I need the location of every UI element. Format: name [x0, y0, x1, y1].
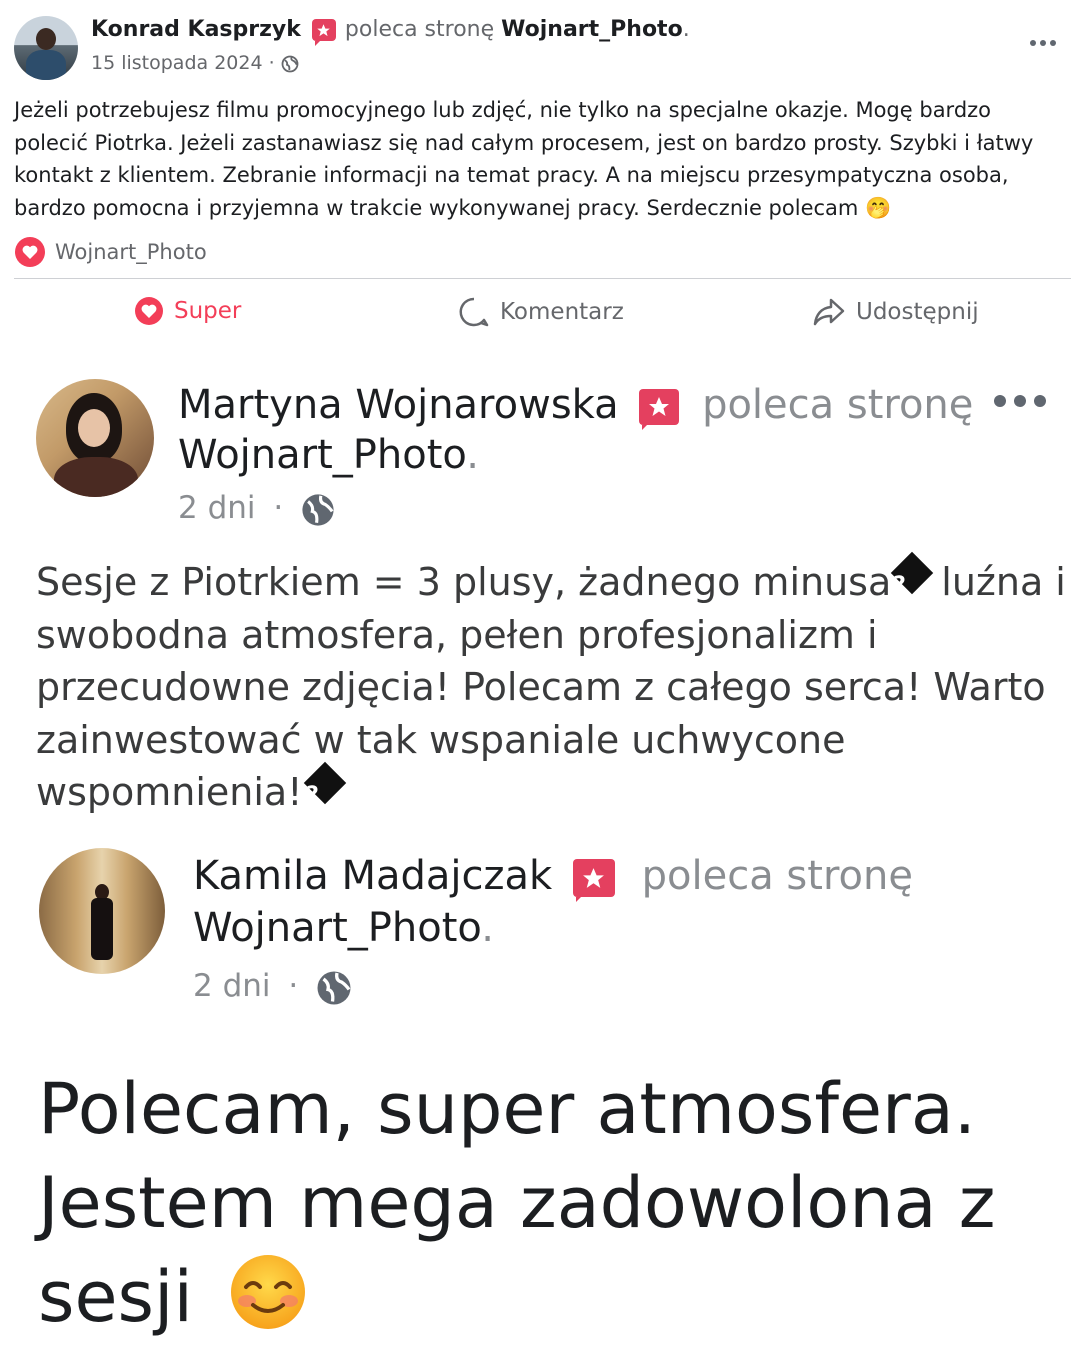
heart-icon [135, 297, 163, 325]
recommends-text: poleca stronę [344, 17, 495, 42]
super-reaction-button[interactable]: Super [134, 296, 241, 326]
divider [14, 278, 1071, 279]
share-icon [813, 298, 845, 326]
recommends-text: poleca stronę [702, 382, 974, 428]
recommendation-star-icon [639, 389, 680, 430]
author-avatar[interactable] [36, 379, 154, 497]
share-button[interactable]: Udostępnij [812, 296, 979, 328]
post-body: Polecam, super atmosfera. Jestem mega za… [38, 1062, 1068, 1354]
author-name[interactable]: Konrad Kasprzyk [91, 17, 301, 42]
author-avatar[interactable] [39, 848, 165, 974]
post-meta: 2 dni · [178, 490, 335, 527]
reaction-summary[interactable]: Wojnart_Photo [15, 237, 207, 267]
post-header-line: Kamila Madajczak poleca stronę Wojnart_P… [193, 853, 913, 951]
post-body: Jeżeli potrzebujesz filmu promocyjnego l… [14, 94, 1054, 224]
body-line: zainwestować w tak wspaniale uchwycone [36, 717, 846, 762]
share-label: Udostępnij [856, 299, 979, 325]
body-line: luźna i [941, 560, 1066, 604]
comment-icon [459, 297, 489, 327]
body-line: przecudowne zdjęcia! Polecam z całego se… [36, 665, 1046, 709]
more-options-icon[interactable] [994, 395, 1046, 407]
page-link[interactable]: Wojnart_Photo [193, 905, 481, 951]
globe-icon [302, 493, 334, 526]
post-body: Sesje z Piotrkiem = 3 plusy, żadnego min… [36, 551, 1066, 819]
body-line: wspomnienia! [36, 770, 303, 814]
globe-icon [281, 55, 299, 72]
author-name[interactable]: Martyna Wojnarowska [178, 382, 619, 428]
body-line: Sesje z Piotrkiem = 3 plusy, żadnego min… [36, 560, 892, 604]
unknown-glyph-icon: ? [891, 551, 934, 598]
page-link[interactable]: Wojnart_Photo [501, 17, 683, 42]
post-header-line: Konrad Kasprzyk poleca stronę Wojnart_Ph… [91, 17, 690, 46]
body-line: swobodna atmosfera, pełen profesjonalizm… [36, 612, 878, 657]
smiling-face-emoji [229, 1253, 307, 1354]
body-line: sesji [38, 1256, 193, 1338]
recommendation-star-icon [572, 859, 615, 902]
comment-label: Komentarz [500, 299, 624, 325]
recommendation-star-icon [311, 19, 336, 46]
post-meta: 15 listopada 2024 · [91, 52, 299, 74]
reaction-name: Wojnart_Photo [55, 240, 207, 264]
post-time[interactable]: 2 dni [178, 490, 256, 526]
post-meta: 2 dni · [193, 968, 352, 1006]
body-line: Jestem mega zadowolona z [38, 1162, 996, 1244]
post-time[interactable]: 2 dni [193, 968, 271, 1004]
super-label: Super [174, 298, 242, 324]
page-link[interactable]: Wojnart_Photo [178, 432, 466, 478]
shush-emoji: 🤭 [865, 195, 892, 220]
globe-icon [317, 971, 351, 1004]
unknown-glyph-icon: ? [304, 761, 347, 808]
author-avatar[interactable] [14, 16, 78, 80]
recommends-text: poleca stronę [641, 853, 913, 899]
body-line: Polecam, super atmosfera. [38, 1068, 976, 1150]
more-options-icon[interactable] [1030, 40, 1056, 46]
post-header-line: Martyna Wojnarowska poleca stronę Wojnar… [178, 382, 974, 478]
comment-button[interactable]: Komentarz [458, 296, 624, 328]
author-name[interactable]: Kamila Madajczak [193, 853, 552, 899]
post-date[interactable]: 15 listopada 2024 [91, 52, 263, 74]
heart-reaction-icon [15, 237, 45, 267]
